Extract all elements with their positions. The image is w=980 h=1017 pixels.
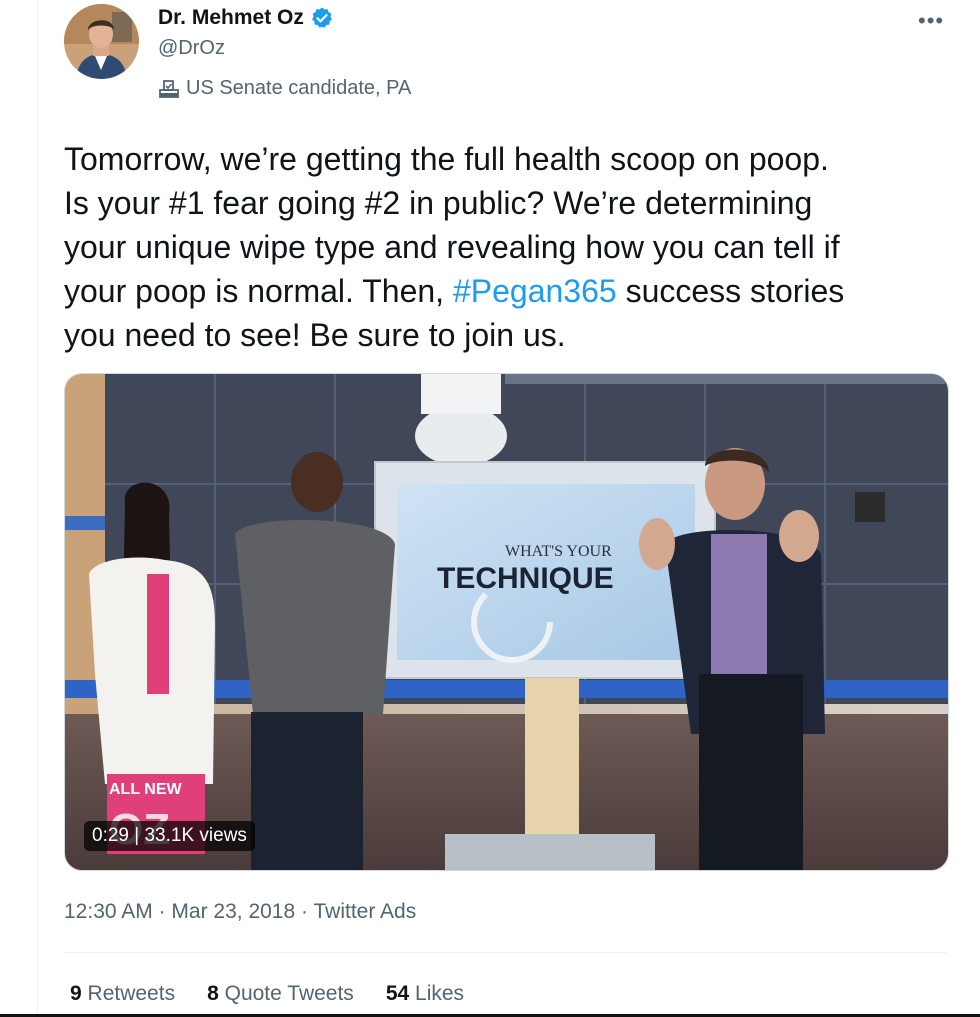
video-duration-views: 0:29 | 33.1K views — [84, 821, 255, 851]
hashtag-link[interactable]: #Pegan365 — [453, 273, 617, 309]
author-name-row: Dr. Mehmet Oz — [158, 6, 334, 30]
likes-stat[interactable]: 54 Likes — [386, 982, 464, 1006]
more-options-icon[interactable]: ••• — [918, 8, 944, 34]
author-handle[interactable]: @DrOz — [158, 37, 225, 60]
tweet-time[interactable]: 12:30 AM — [64, 900, 153, 923]
affiliation-text: US Senate candidate, PA — [186, 77, 412, 99]
separator: · — [158, 900, 166, 923]
likes-count: 54 — [385, 982, 410, 1005]
engagement-stats: 9 Retweets 8 Quote Tweets 54 Likes — [70, 982, 464, 1006]
video-duration: 0:29 — [92, 825, 129, 846]
logo-text-1: ALL NEW — [109, 781, 182, 798]
tweet-source[interactable]: Twitter Ads — [313, 900, 416, 923]
affiliation-label: US Senate candidate, PA — [158, 77, 411, 100]
quote-tweets-count: 8 — [207, 982, 219, 1005]
retweets-count: 9 — [70, 982, 82, 1005]
retweets-label: Retweets — [87, 982, 176, 1005]
timeline-border — [37, 0, 38, 1017]
quote-tweets-stat[interactable]: 8 Quote Tweets — [207, 982, 354, 1006]
likes-label: Likes — [415, 982, 465, 1005]
quote-tweets-label: Quote Tweets — [224, 982, 354, 1005]
divider — [64, 952, 947, 953]
screen-text-main: TECHNIQUE — [437, 562, 614, 595]
video-media[interactable]: WHAT'S YOUR TECHNIQUE ALL NEW OZ — [64, 373, 949, 871]
verified-badge-icon — [310, 6, 334, 30]
tweet-date[interactable]: Mar 23, 2018 — [171, 900, 295, 923]
tweet-timestamp: 12:30 AM · Mar 23, 2018 · Twitter Ads — [64, 900, 416, 924]
avatar[interactable] — [64, 4, 139, 79]
screen-text-top: WHAT'S YOUR — [505, 543, 612, 560]
video-views: 33.1K views — [144, 825, 247, 846]
tweet-text: Tomorrow, we’re getting the full health … — [64, 137, 964, 357]
retweets-stat[interactable]: 9 Retweets — [70, 982, 175, 1006]
ballot-box-icon — [158, 78, 180, 100]
author-name[interactable]: Dr. Mehmet Oz — [158, 6, 304, 30]
separator: · — [301, 900, 309, 923]
